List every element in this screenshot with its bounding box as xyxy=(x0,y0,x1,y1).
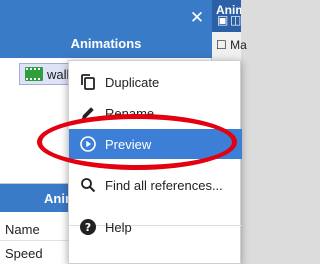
film-strip-icon xyxy=(25,67,43,81)
menu-item-preview[interactable]: Preview xyxy=(69,129,242,159)
menu-item-label: Find all references... xyxy=(105,178,223,193)
right-panel-header: Anim ▣ ◫ xyxy=(212,0,241,32)
toolbar-icon[interactable]: ◫ xyxy=(230,13,241,27)
menu-item-label: Help xyxy=(105,220,132,235)
right-panel-row: ☐ Ma xyxy=(216,38,247,52)
svg-text:?: ? xyxy=(85,221,91,234)
checkbox-icon[interactable]: ☐ xyxy=(216,38,227,52)
close-icon[interactable]: ✕ xyxy=(188,9,206,27)
menu-item-rename[interactable]: Rename xyxy=(69,98,242,128)
search-icon xyxy=(81,178,96,193)
duplicate-icon xyxy=(81,74,95,90)
menu-item-help[interactable]: ? Help xyxy=(69,212,242,242)
property-label: Speed xyxy=(5,246,43,261)
menu-item-label: Preview xyxy=(105,137,152,152)
play-icon xyxy=(80,136,96,152)
menu-item-label: Rename xyxy=(105,106,155,121)
property-label: Name xyxy=(5,222,40,237)
context-menu: Duplicate Rename Preview Find all refere… xyxy=(68,60,242,264)
menu-item-label: Duplicate xyxy=(105,75,160,90)
help-icon: ? xyxy=(80,219,96,235)
right-panel-row-label: Ma xyxy=(230,38,247,52)
pencil-icon xyxy=(82,107,94,119)
menu-item-duplicate[interactable]: Duplicate xyxy=(69,67,242,97)
menu-item-find-references[interactable]: Find all references... xyxy=(69,170,242,200)
animations-panel-header: ✕ Animations xyxy=(0,0,212,58)
animations-panel-title: Animations xyxy=(70,36,142,51)
toolbar-icon[interactable]: ▣ xyxy=(217,13,228,27)
